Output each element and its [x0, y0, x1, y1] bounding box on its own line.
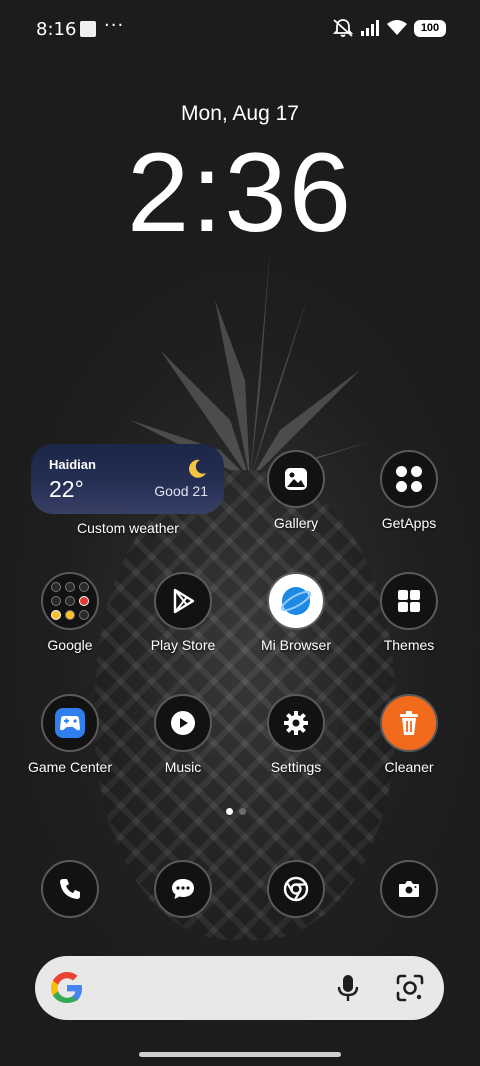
settings-icon: [267, 694, 325, 752]
battery-icon: 100: [414, 19, 446, 37]
page-dot: [239, 808, 246, 815]
phone-icon: [41, 860, 99, 918]
status-time: 8:16: [36, 19, 77, 40]
themes-icon: [380, 572, 438, 630]
mute-icon: [332, 19, 354, 37]
weather-aqi: Good 21: [154, 483, 208, 499]
app-label: Play Store: [150, 637, 216, 653]
wifi-icon: [387, 20, 407, 35]
more-notifications-icon: ···: [104, 15, 125, 36]
google-search-bar[interactable]: [35, 956, 444, 1020]
weather-widget-label: Custom weather: [77, 520, 179, 536]
status-bar: 8:16 ··· 100: [0, 0, 480, 60]
page-dot-active: [226, 808, 233, 815]
app-music[interactable]: Music: [123, 694, 243, 775]
app-label: Mi Browser: [260, 637, 331, 653]
mi-browser-icon: [267, 572, 325, 630]
google-logo-icon: [51, 972, 82, 1003]
gallery-icon: [267, 450, 325, 508]
app-settings[interactable]: Settings: [236, 694, 356, 775]
app-game-center[interactable]: Game Center: [10, 694, 130, 775]
app-gallery[interactable]: Gallery: [236, 450, 356, 531]
google-folder-icon: [41, 572, 99, 630]
app-label: Cleaner: [384, 759, 434, 775]
weather-temperature: 22°: [49, 476, 84, 502]
app-themes[interactable]: Themes: [349, 572, 469, 653]
music-icon: [154, 694, 212, 752]
app-label: Gallery: [273, 515, 319, 531]
game-center-icon: [41, 694, 99, 752]
lens-icon[interactable]: [395, 973, 425, 1003]
signal-icon: [361, 20, 379, 36]
weather-city: Haidian: [49, 457, 96, 472]
app-getapps[interactable]: GetApps: [349, 450, 469, 531]
moon-icon: [189, 459, 206, 478]
camera-icon: [380, 860, 438, 918]
notification-icon: [80, 21, 96, 37]
play-store-icon: [154, 572, 212, 630]
app-label: Game Center: [27, 759, 113, 775]
dock-messages[interactable]: [123, 860, 243, 918]
clock-widget[interactable]: 2:36: [0, 128, 480, 257]
app-cleaner[interactable]: Cleaner: [349, 694, 469, 775]
app-play-store[interactable]: Play Store: [123, 572, 243, 653]
getapps-icon: [380, 450, 438, 508]
app-label: Themes: [383, 637, 435, 653]
app-google-folder[interactable]: Google: [10, 572, 130, 653]
chrome-icon: [267, 860, 325, 918]
dock-camera[interactable]: [349, 860, 469, 918]
app-label: Google: [47, 637, 93, 653]
app-label: GetApps: [381, 515, 437, 531]
app-mi-browser[interactable]: Mi Browser: [236, 572, 356, 653]
app-label: Settings: [270, 759, 322, 775]
cleaner-icon: [380, 694, 438, 752]
weather-widget[interactable]: Haidian 22° Good 21: [31, 444, 224, 514]
app-label: Music: [164, 759, 202, 775]
messages-icon: [154, 860, 212, 918]
dock-chrome[interactable]: [236, 860, 356, 918]
home-gesture-bar[interactable]: [139, 1052, 341, 1057]
page-indicator[interactable]: [226, 808, 246, 815]
lock-date: Mon, Aug 17: [181, 102, 299, 125]
mic-icon[interactable]: [335, 973, 361, 1003]
dock-phone[interactable]: [10, 860, 130, 918]
